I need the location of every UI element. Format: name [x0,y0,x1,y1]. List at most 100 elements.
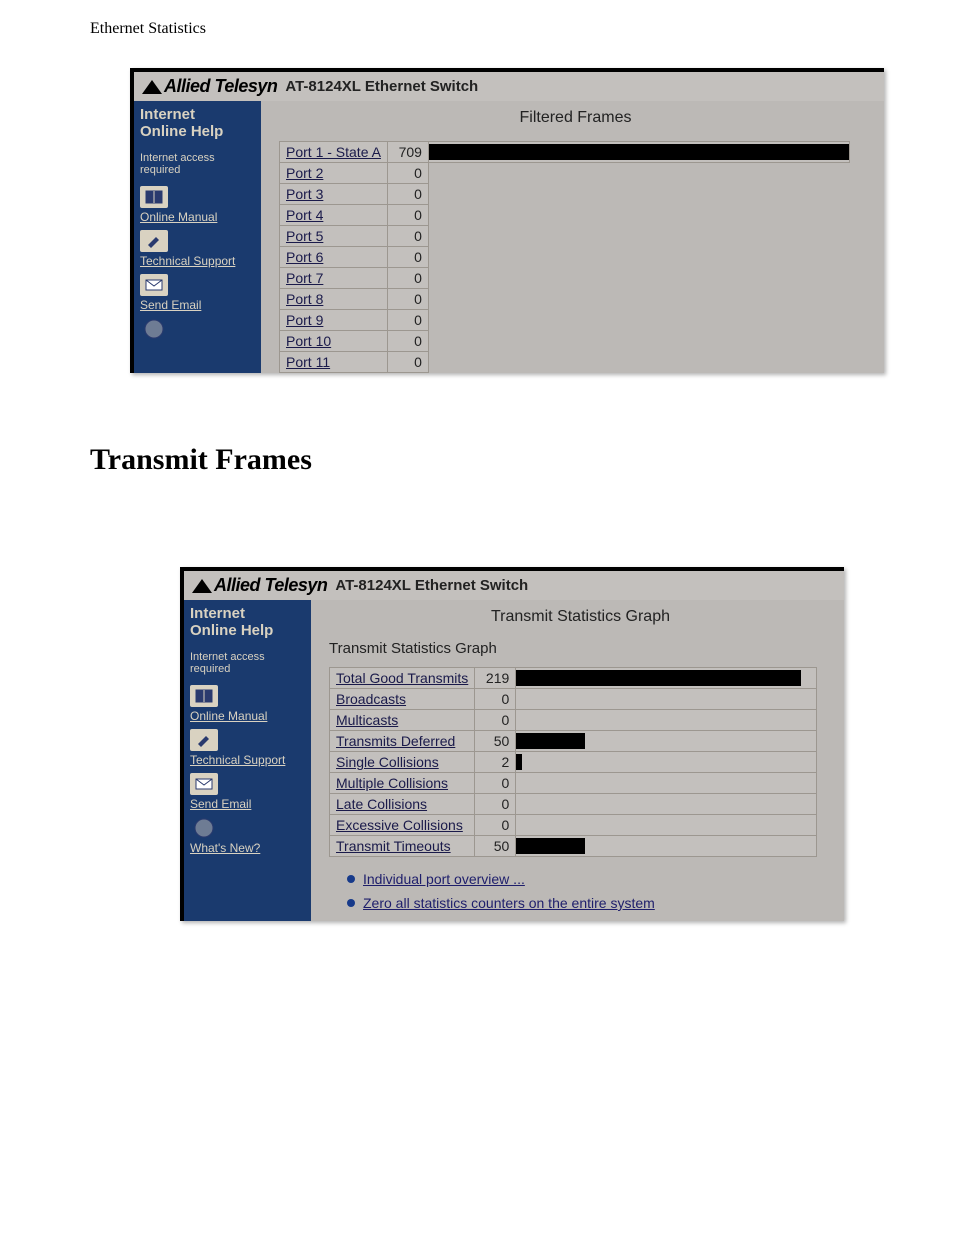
brand-logo: Allied Telesyn [142,76,277,97]
port-link-cell[interactable]: Port 10 [280,331,388,352]
stat-link-cell[interactable]: Broadcasts [330,689,475,710]
port-link-cell[interactable]: Port 1 - State A [280,142,388,163]
mail-icon [140,274,168,296]
sidebar-item-whats-new[interactable] [140,318,255,340]
port-link[interactable]: Port 1 - State A [286,144,381,160]
link-label: Zero all statistics counters on the enti… [363,895,655,911]
globe-icon [190,817,218,839]
stat-link[interactable]: Multicasts [336,712,398,728]
port-link-cell[interactable]: Port 2 [280,163,388,184]
port-link-cell[interactable]: Port 4 [280,205,388,226]
table-row: Port 5 0 [280,226,850,247]
stat-link-cell[interactable]: Total Good Transmits [330,668,475,689]
port-link[interactable]: Port 8 [286,291,323,307]
value-cell: 0 [387,163,428,184]
port-link[interactable]: Port 9 [286,312,323,328]
port-link[interactable]: Port 5 [286,228,323,244]
sidebar-note-line1: Internet access [190,651,265,663]
main-content: Filtered Frames Port 1 - State A709Port … [261,101,884,373]
bar-cell [516,773,817,794]
stat-link[interactable]: Transmits Deferred [336,733,455,749]
port-link[interactable]: Port 2 [286,165,323,181]
stat-link[interactable]: Late Collisions [336,796,427,812]
stat-link-cell[interactable]: Single Collisions [330,752,475,773]
sidebar-item-label: Send Email [140,298,201,312]
port-link[interactable]: Port 3 [286,186,323,202]
action-links: Individual port overview ... Zero all st… [347,871,832,911]
value-cell: 0 [475,710,516,731]
sidebar-item-online-manual[interactable]: Online Manual [190,685,305,723]
stat-link-cell[interactable]: Transmits Deferred [330,731,475,752]
link-zero-all-counters[interactable]: Zero all statistics counters on the enti… [347,895,832,911]
table-row: Broadcasts 0 [330,689,817,710]
panel-subheading: Transmit Statistics Graph [329,640,832,657]
brand-triangle-icon [142,80,162,94]
port-link[interactable]: Port 11 [286,354,330,370]
link-label: Individual port overview ... [363,871,525,887]
port-link[interactable]: Port 7 [286,270,323,286]
bar-cell [516,815,817,836]
stat-link-cell[interactable]: Excessive Collisions [330,815,475,836]
value-cell: 0 [387,226,428,247]
value-cell: 0 [475,689,516,710]
main-content: Transmit Statistics Graph Transmit Stati… [311,600,844,921]
bar-cell [516,836,817,857]
globe-icon [140,318,168,340]
table-row: Port 8 0 [280,289,850,310]
sidebar: Internet Online Help Internet access req… [134,101,261,373]
stat-link[interactable]: Single Collisions [336,754,439,770]
table-row: Port 3 0 [280,184,850,205]
port-link[interactable]: Port 4 [286,207,323,223]
sidebar-item-send-email[interactable]: Send Email [140,274,255,312]
stat-link-cell[interactable]: Multicasts [330,710,475,731]
sidebar-item-technical-support[interactable]: Technical Support [190,729,305,767]
bar-cell [516,794,817,815]
value-cell: 50 [475,731,516,752]
sidebar-heading-line2: Online Help [190,622,273,639]
link-individual-port-overview[interactable]: Individual port overview ... [347,871,832,887]
table-row: Total Good Transmits219 [330,668,817,689]
device-model: AT-8124XL Ethernet Switch [285,78,478,95]
value-cell: 0 [387,184,428,205]
bar-cell [516,668,817,689]
table-row: Port 2 0 [280,163,850,184]
sidebar-item-technical-support[interactable]: Technical Support [140,230,255,268]
table-row: Single Collisions2 [330,752,817,773]
port-link-cell[interactable]: Port 7 [280,268,388,289]
table-row: Port 1 - State A709 [280,142,850,163]
port-link-cell[interactable]: Port 9 [280,310,388,331]
port-link-cell[interactable]: Port 3 [280,184,388,205]
value-cell: 0 [387,331,428,352]
stat-link[interactable]: Multiple Collisions [336,775,448,791]
port-link-cell[interactable]: Port 5 [280,226,388,247]
stat-link-cell[interactable]: Late Collisions [330,794,475,815]
value-cell: 0 [475,815,516,836]
bar-cell [428,142,849,163]
panel-titlebar: Allied Telesyn AT-8124XL Ethernet Switch [134,72,884,101]
value-cell: 0 [387,289,428,310]
brand-triangle-icon [192,579,212,593]
brand-text: Allied Telesyn [214,575,327,595]
sidebar-item-send-email[interactable]: Send Email [190,773,305,811]
sidebar-item-whats-new[interactable]: What's New? [190,817,305,855]
port-link[interactable]: Port 6 [286,249,323,265]
stat-link-cell[interactable]: Transmit Timeouts [330,836,475,857]
stat-link-cell[interactable]: Multiple Collisions [330,773,475,794]
sidebar-note: Internet access required [140,152,255,176]
value-cell: 0 [387,268,428,289]
port-link-cell[interactable]: Port 8 [280,289,388,310]
sidebar-item-label: Technical Support [140,254,235,268]
stat-link[interactable]: Transmit Timeouts [336,838,451,854]
bar-fill [516,670,801,686]
port-link[interactable]: Port 10 [286,333,331,349]
stat-link[interactable]: Total Good Transmits [336,670,468,686]
sidebar-note-line2: required [190,663,230,675]
stat-link[interactable]: Broadcasts [336,691,406,707]
sidebar-item-online-manual[interactable]: Online Manual [140,186,255,224]
port-link-cell[interactable]: Port 6 [280,247,388,268]
stat-link[interactable]: Excessive Collisions [336,817,463,833]
table-row: Port 10 0 [280,331,850,352]
port-link-cell[interactable]: Port 11 [280,352,388,373]
sidebar-note: Internet access required [190,651,305,675]
sidebar-item-label: Technical Support [190,753,285,767]
